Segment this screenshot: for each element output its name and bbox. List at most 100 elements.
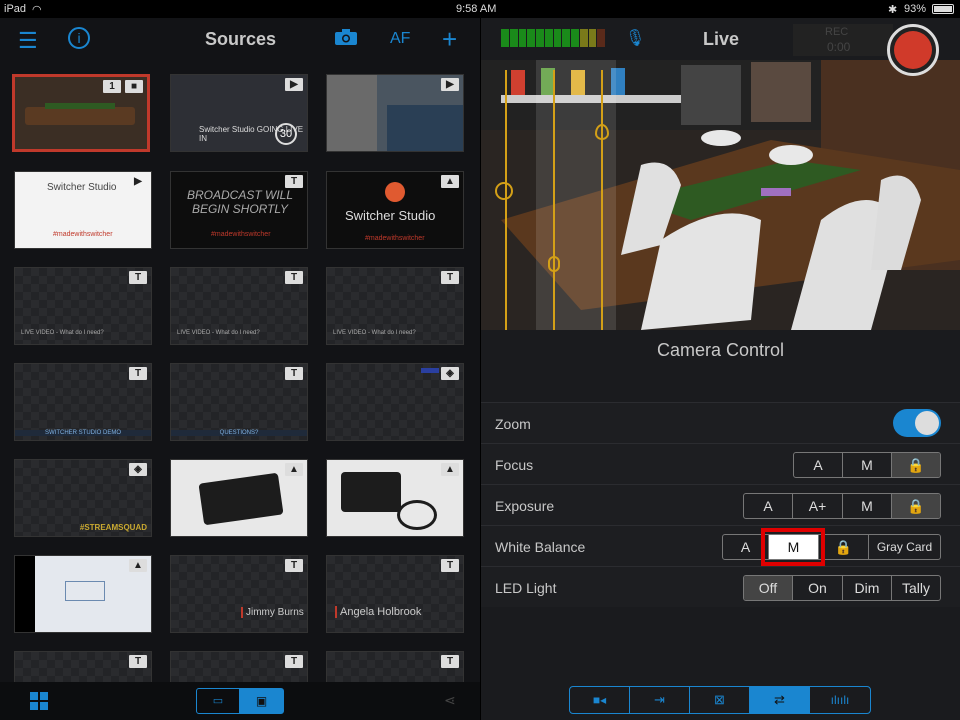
text-badge: T [285, 271, 303, 284]
camera-icon[interactable] [334, 28, 358, 51]
source-tile[interactable]: LIVE VIDEO - What do I need? T [14, 267, 152, 345]
source-tile[interactable]: 1 ■ [12, 74, 150, 152]
source-tile[interactable]: #STREAMSQUAD ◈ [14, 459, 152, 537]
gray-card-button[interactable]: Gray Card [869, 535, 940, 559]
record-button[interactable] [887, 24, 939, 76]
exposure-manual[interactable]: M [843, 494, 892, 518]
source-tile[interactable]: QUESTIONS? T [170, 363, 308, 441]
led-on[interactable]: On [793, 576, 843, 600]
zoom-label: Zoom [495, 416, 531, 432]
image-icon: ▲ [441, 463, 459, 476]
tile-sub: #madewithswitcher [365, 235, 425, 242]
source-tile[interactable]: LIVE VIDEO - What do I need? T [326, 267, 464, 345]
thermometer-icon[interactable] [548, 256, 560, 272]
source-tile[interactable]: Switcher Studio #madewithswitcher ▶ [14, 171, 152, 249]
live-tabbar[interactable]: ■◂ ⇥ ⊠ ⇄ ılıılı [569, 686, 871, 714]
exposure-slider-track[interactable] [601, 70, 603, 330]
microphone-icon[interactable]: 🎙 [625, 28, 645, 48]
white-balance-lock-icon[interactable]: 🔒 [819, 535, 869, 559]
camera-control-title: Camera Control [656, 340, 785, 360]
exposure-row: Exposure A A+ M 🔒 [481, 484, 960, 525]
af-button[interactable]: AF [390, 30, 410, 48]
source-tile[interactable]: Switcher Studio GOING LIVE IN 30 ▶ [170, 74, 308, 152]
rec-timer: 0:00 [827, 40, 851, 54]
source-tile[interactable]: LIVE VIDEO - What do I need? T [170, 267, 308, 345]
info-icon[interactable]: i [68, 27, 90, 49]
source-tile[interactable]: BROADCAST WILL BEGIN SHORTLY #madewithsw… [170, 171, 308, 249]
focus-manual[interactable]: M [843, 453, 892, 477]
exposure-segmented[interactable]: A A+ M 🔒 [743, 493, 941, 519]
text-badge: T [441, 559, 459, 572]
focus-segmented[interactable]: A M 🔒 [793, 452, 941, 478]
countdown: 30 [275, 123, 297, 145]
text-badge: T [129, 655, 147, 668]
led-off[interactable]: Off [744, 576, 793, 600]
source-tile[interactable]: SWITCHER STUDIO DEMO T [14, 363, 152, 441]
device-label: iPad [4, 3, 27, 15]
rec-status: REC 0:00 [793, 24, 893, 56]
sources-grid: 1 ■ Switcher Studio GOING LIVE IN 30 ▶ ▶… [0, 68, 480, 696]
camera-control-list: Zoom Focus A M 🔒 Exposure A A+ M 🔒 White… [481, 402, 960, 607]
menu-icon[interactable]: ☰ [18, 28, 38, 54]
exposure-label: Exposure [495, 498, 555, 514]
tile-sub: #madewithswitcher [211, 231, 271, 238]
camera-preview [481, 60, 960, 330]
source-tile[interactable]: ▲ [170, 459, 308, 537]
white-balance-row: White Balance A M 🔒 Gray Card [481, 525, 960, 566]
image-icon: ▲ [285, 463, 303, 476]
zoom-slider-track[interactable] [505, 70, 507, 330]
source-tile[interactable]: ▶ [326, 74, 464, 152]
exposure-lock-icon[interactable]: 🔒 [892, 494, 940, 518]
grid-icon[interactable] [30, 692, 48, 710]
focus-slider-track[interactable] [553, 70, 555, 330]
battery-label: 93% [904, 3, 927, 15]
logo-icon [385, 182, 405, 202]
drop-icon[interactable] [595, 124, 609, 140]
video-camera-tab-icon[interactable]: ■◂ [570, 687, 630, 713]
layout-toggle[interactable]: ▭ ▣ [196, 688, 284, 714]
led-dim[interactable]: Dim [843, 576, 892, 600]
video-camera-icon: ■ [125, 80, 143, 93]
tile-label: #STREAMSQUAD [79, 523, 147, 532]
zoom-toggle[interactable] [893, 409, 941, 437]
tile-sub: #madewithswitcher [53, 231, 113, 238]
white-balance-label: White Balance [495, 539, 586, 555]
single-layout-icon[interactable]: ▣ [240, 689, 283, 713]
zoom-row: Zoom [481, 402, 960, 443]
add-source-icon[interactable]: + [442, 24, 457, 55]
text-badge: T [285, 655, 303, 668]
led-light-row: LED Light Off On Dim Tally [481, 566, 960, 607]
led-light-segmented[interactable]: Off On Dim Tally [743, 575, 941, 601]
focus-auto[interactable]: A [794, 453, 843, 477]
zoom-icon[interactable] [495, 182, 513, 200]
source-tile[interactable]: Jimmy Burns T [170, 555, 308, 633]
live-title: Live [703, 29, 740, 49]
pip-layout-icon[interactable]: ▭ [197, 689, 240, 713]
source-tile[interactable]: ▲ [326, 459, 464, 537]
sources-title: Sources [205, 29, 277, 49]
live-panel: 🎙 Live REC 0:00 Camera Control Zoom Focu… [481, 18, 960, 720]
source-tile[interactable]: Switcher Studio #madewithswitcher ▲ [326, 171, 464, 249]
layers-icon: ◈ [129, 463, 147, 476]
live-header: 🎙 Live REC 0:00 [481, 18, 960, 76]
audio-meter [501, 29, 605, 47]
source-tile[interactable]: ▲ [14, 555, 152, 633]
exposure-auto[interactable]: A [744, 494, 793, 518]
source-tile[interactable]: ◈ [326, 363, 464, 441]
tile-label: LIVE VIDEO - What do I need? [333, 330, 416, 336]
source-tile[interactable]: Angela Holbrook T [326, 555, 464, 633]
clock: 9:58 AM [456, 3, 497, 15]
focus-lock-icon[interactable]: 🔒 [892, 453, 940, 477]
white-balance-segmented[interactable]: A M 🔒 Gray Card [722, 534, 941, 560]
play-icon: ▶ [129, 175, 147, 188]
output-tab-icon[interactable]: ⇥ [630, 687, 690, 713]
adjustments-tab-icon[interactable]: ⇄ [750, 687, 810, 713]
exposure-auto-plus[interactable]: A+ [793, 494, 843, 518]
audio-tab-icon[interactable]: ılıılı [810, 687, 870, 713]
led-tally[interactable]: Tally [892, 576, 940, 600]
share-icon[interactable]: ⋖ [444, 692, 456, 709]
transition-tab-icon[interactable]: ⊠ [690, 687, 750, 713]
play-icon: ▶ [441, 78, 459, 91]
text-badge: T [129, 271, 147, 284]
text-badge: T [285, 367, 303, 380]
